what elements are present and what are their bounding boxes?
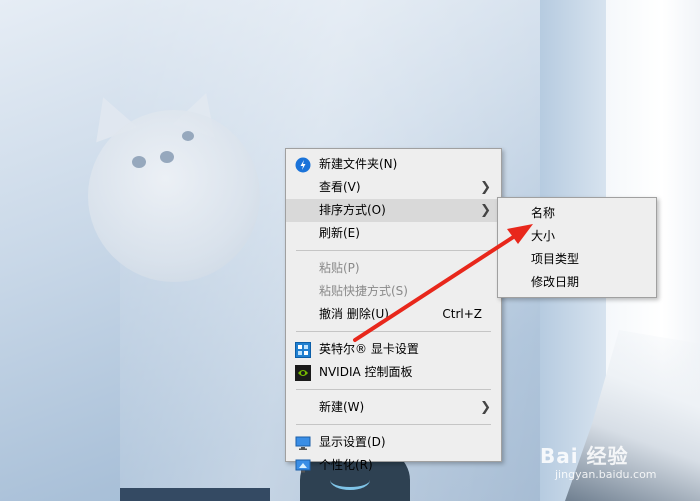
annotation-arrow-icon (353, 224, 533, 342)
